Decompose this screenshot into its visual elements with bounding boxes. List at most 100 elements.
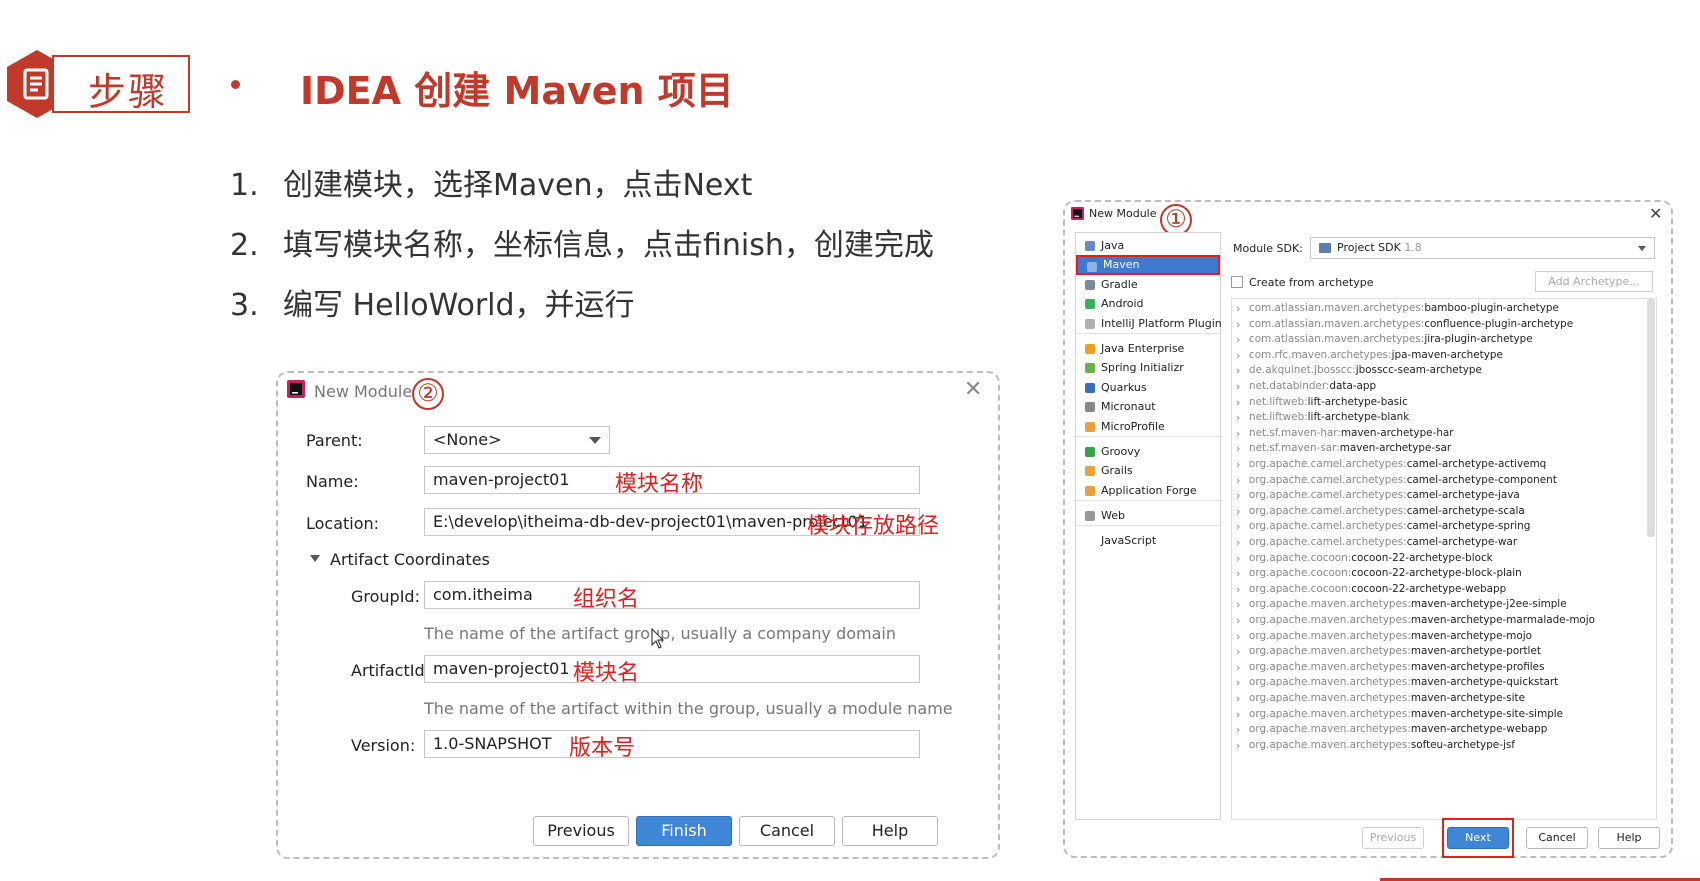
archetype-artifact: lift-archetype-blank	[1307, 411, 1410, 424]
version-annotation: 版本号	[569, 736, 636, 761]
archetype-row[interactable]: › com.atlassian.maven.archetypes:jira-plu…	[1232, 331, 1533, 348]
version-input[interactable]: 1.0-SNAPSHOT 版本号	[424, 730, 920, 761]
archetype-row[interactable]: › org.apache.maven.archetypes:maven-arche…	[1232, 628, 1532, 645]
step-marker: ②	[412, 378, 444, 410]
archetype-artifact: maven-archetype-site	[1410, 692, 1526, 704]
archetype-group: org.apache.camel.archetypes:	[1249, 458, 1407, 470]
archetype-row[interactable]: › com.rfc.maven.archetypes:jpa-maven-arch…	[1232, 347, 1503, 364]
archetype-row[interactable]: › net.liftweb:lift-archetype-basic	[1232, 394, 1408, 411]
generator-item[interactable]: Java Enterprise	[1076, 339, 1220, 359]
add-archetype-button[interactable]: Add Archetype...	[1535, 271, 1653, 292]
folder-icon	[1319, 243, 1331, 253]
generator-icon	[1085, 486, 1095, 496]
archetype-row[interactable]: › de.akquinet.jbosscc:jbosscc-seam-archet…	[1232, 362, 1482, 379]
archetype-row[interactable]: › org.apache.maven.archetypes:maven-arche…	[1232, 706, 1563, 723]
archetype-row[interactable]: › org.apache.cocoon:cocoon-22-archetype-w…	[1232, 581, 1506, 598]
archetype-row[interactable]: › org.apache.camel.archetypes:camel-arche…	[1232, 518, 1530, 535]
generator-item[interactable]: Micronaut	[1076, 397, 1220, 417]
cancel-button[interactable]: Cancel	[1526, 827, 1588, 849]
location-label: Location:	[306, 514, 380, 533]
generator-item[interactable]: Gradle	[1076, 275, 1220, 295]
location-input[interactable]: E:\develop\itheima-db-dev-project01\mave…	[424, 508, 939, 539]
section-badge: 步骤	[52, 55, 190, 114]
archetype-row[interactable]: › org.apache.camel.archetypes:camel-arche…	[1232, 503, 1525, 520]
generator-item[interactable]: Application Forge	[1076, 481, 1220, 501]
previous-button[interactable]: Previous	[533, 816, 629, 846]
archetype-artifact: maven-archetype-site-simple	[1410, 707, 1564, 720]
generator-item[interactable]: Quarkus	[1076, 378, 1220, 398]
create-from-archetype-label[interactable]: Create from archetype	[1249, 276, 1374, 289]
generator-item[interactable]: Maven	[1076, 255, 1220, 275]
generator-label: Groovy	[1101, 445, 1141, 458]
step-item: 2. 填写模块名称，坐标信息，点击finish，创建完成	[230, 228, 934, 263]
generator-item[interactable]: Grails	[1076, 461, 1220, 481]
artifact-coordinates-section[interactable]: Artifact Coordinates	[330, 550, 490, 569]
close-icon[interactable]: ✕	[1649, 204, 1662, 223]
cancel-button[interactable]: Cancel	[739, 816, 835, 846]
generator-item[interactable]: JavaScript	[1076, 531, 1220, 551]
generator-item[interactable]: Java	[1076, 236, 1220, 256]
previous-button[interactable]: Previous	[1362, 827, 1424, 849]
help-button[interactable]: Help	[1598, 827, 1660, 849]
artifactid-input[interactable]: maven-project01 模块名	[424, 655, 920, 686]
archetype-row[interactable]: › org.apache.maven.archetypes:maven-arche…	[1232, 659, 1545, 676]
archetype-artifact: maven-archetype-quickstart	[1410, 676, 1559, 689]
archetype-row[interactable]: › org.apache.camel.archetypes:camel-arche…	[1232, 456, 1546, 473]
archetype-group: org.apache.camel.archetypes:	[1249, 473, 1407, 486]
archetype-row[interactable]: › com.atlassian.maven.archetypes:bamboo-p…	[1232, 300, 1559, 317]
archetype-row[interactable]: › org.apache.maven.archetypes:maven-arche…	[1232, 674, 1558, 691]
archetype-row[interactable]: › net.sf.maven-har:maven-archetype-har	[1232, 425, 1454, 442]
groupid-input[interactable]: com.itheima 组织名	[424, 581, 920, 612]
generator-item[interactable]: Spring Initializr	[1076, 358, 1220, 378]
archetype-row[interactable]: › org.apache.maven.archetypes:maven-arche…	[1232, 690, 1525, 707]
chevron-right-icon: ›	[1236, 426, 1241, 440]
parent-select[interactable]: <None>	[424, 426, 610, 454]
create-from-archetype-checkbox[interactable]	[1231, 276, 1243, 288]
archetype-artifact: jbosscc-seam-archetype	[1355, 364, 1482, 377]
archetype-row[interactable]: › org.apache.camel.archetypes:camel-arche…	[1232, 472, 1557, 489]
chevron-right-icon: ›	[1236, 676, 1241, 690]
archetype-row[interactable]: › org.apache.maven.archetypes:softeu-arch…	[1232, 737, 1515, 754]
generator-item[interactable]: IntelliJ Platform Plugin	[1076, 314, 1222, 334]
module-sdk-select[interactable]: Project SDK 1.8	[1310, 237, 1655, 259]
generator-item[interactable]: MicroProfile	[1076, 417, 1220, 437]
generator-label: Grails	[1101, 464, 1133, 477]
generator-icon	[1087, 262, 1097, 272]
archetype-row[interactable]: › org.apache.maven.archetypes:maven-arche…	[1232, 612, 1595, 629]
archetype-group: com.atlassian.maven.archetypes:	[1249, 333, 1425, 346]
archetype-group: net.sf.maven-sar:	[1249, 442, 1340, 455]
finish-button[interactable]: Finish	[636, 816, 732, 846]
archetype-group: org.apache.maven.archetypes:	[1249, 723, 1411, 736]
generator-item[interactable]: Groovy	[1076, 442, 1220, 462]
archetype-group: org.apache.camel.archetypes:	[1249, 489, 1407, 502]
generator-label: Quarkus	[1101, 381, 1147, 394]
generator-icon	[1085, 536, 1095, 546]
generator-item[interactable]: Web	[1076, 506, 1220, 526]
generator-label: Android	[1101, 297, 1144, 310]
close-icon[interactable]: ✕	[964, 377, 982, 402]
archetype-row[interactable]: › org.apache.camel.archetypes:camel-arche…	[1232, 534, 1517, 551]
archetype-row[interactable]: › org.apache.camel.archetypes:camel-arche…	[1232, 487, 1520, 504]
archetype-row[interactable]: › net.liftweb:lift-archetype-blank	[1232, 409, 1409, 426]
next-highlight-box	[1442, 818, 1514, 858]
collapse-triangle-icon[interactable]	[310, 555, 320, 562]
name-input[interactable]: maven-project01 模块名称	[424, 466, 920, 497]
archetype-row[interactable]: › org.apache.cocoon:cocoon-22-archetype-b…	[1232, 565, 1522, 582]
archetype-row[interactable]: › org.apache.maven.archetypes:maven-arche…	[1232, 596, 1567, 613]
groupid-label: GroupId:	[351, 587, 420, 606]
archetype-row[interactable]: › org.apache.maven.archetypes:maven-arche…	[1232, 721, 1547, 738]
archetype-row[interactable]: › org.apache.cocoon:cocoon-22-archetype-b…	[1232, 550, 1493, 567]
archetype-row[interactable]: › com.atlassian.maven.archetypes:confluen…	[1232, 316, 1573, 333]
chevron-right-icon: ›	[1236, 614, 1241, 627]
archetype-row[interactable]: › org.apache.maven.archetypes:maven-arche…	[1232, 643, 1541, 660]
help-button[interactable]: Help	[842, 816, 938, 846]
scrollbar[interactable]	[1647, 299, 1655, 537]
chevron-right-icon: ›	[1236, 395, 1241, 409]
generator-item[interactable]: Android	[1076, 294, 1220, 314]
archetype-artifact: maven-archetype-portlet	[1410, 645, 1541, 658]
archetype-row[interactable]: › net.databinder:data-app	[1232, 378, 1376, 395]
archetype-row[interactable]: › net.sf.maven-sar:maven-archetype-sar	[1232, 440, 1451, 457]
archetype-group: org.apache.maven.archetypes:	[1249, 629, 1411, 642]
archetype-group: net.liftweb:	[1249, 411, 1308, 424]
archetype-group: org.apache.cocoon:	[1249, 582, 1352, 595]
